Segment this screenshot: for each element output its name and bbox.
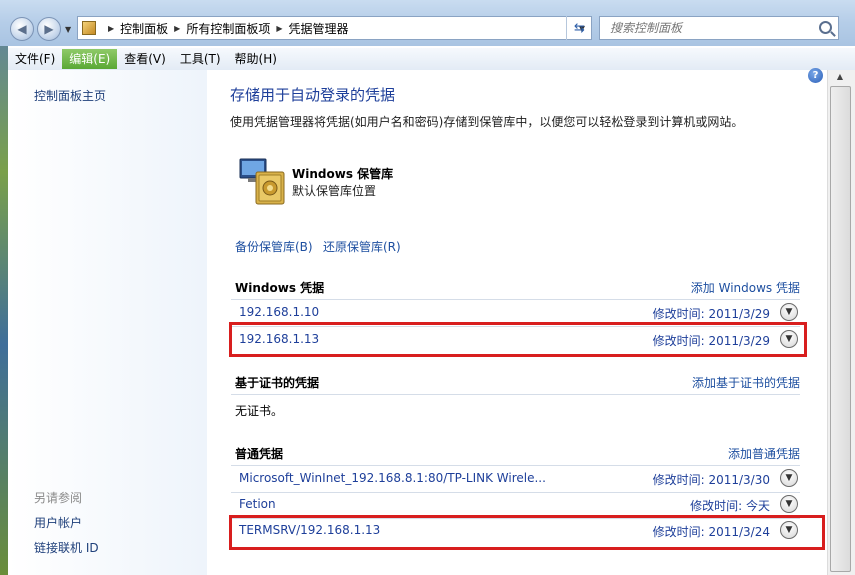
vault-title: Windows 保管库 [292, 167, 394, 181]
add-certificate-credential-link[interactable]: 添加基于证书的凭据 [692, 374, 800, 391]
no-certificates-text: 无证书。 [235, 404, 284, 418]
breadcrumb-item[interactable]: 凭据管理器 [289, 20, 349, 37]
control-panel-home-link[interactable]: 控制面板主页 [34, 87, 106, 104]
backup-vault-link[interactable]: 备份保管库(B) [235, 238, 313, 255]
search-box[interactable] [599, 16, 839, 40]
credential-modified-date: 修改时间: 2011/3/29 [652, 307, 770, 321]
menu-file[interactable]: 文件(F) [8, 49, 62, 69]
breadcrumb: ▶ 控制面板 ▶ 所有控制面板项 ▶ 凭据管理器 [102, 20, 349, 37]
credential-name[interactable]: Microsoft_WinInet_192.168.8.1:80/TP-LINK… [239, 471, 546, 485]
certificate-credentials-heading: 基于证书的凭据 [235, 376, 320, 390]
refresh-button[interactable]: ⇆ [566, 16, 592, 40]
add-generic-credential-link[interactable]: 添加普通凭据 [728, 445, 800, 462]
windows-credentials-heading: Windows 凭据 [235, 281, 325, 295]
back-button[interactable]: ◀ [10, 17, 34, 41]
vertical-scrollbar[interactable]: ▲ [827, 70, 855, 575]
credential-name[interactable]: Fetion [239, 497, 276, 511]
recent-pages-chevron-icon[interactable]: ▼ [65, 25, 71, 34]
search-input[interactable] [608, 20, 812, 36]
expand-chevron-icon[interactable]: ▼ [780, 303, 798, 321]
back-arrow-icon: ◀ [17, 22, 27, 36]
breadcrumb-item[interactable]: 控制面板 [120, 20, 168, 37]
see-also-heading: 另请参阅 [34, 491, 83, 505]
menu-tools[interactable]: 工具(T) [173, 49, 228, 69]
scroll-up-icon[interactable]: ▲ [830, 72, 850, 86]
breadcrumb-separator-icon: ▶ [276, 23, 283, 33]
help-icon[interactable]: ? [808, 68, 823, 83]
restore-vault-link[interactable]: 还原保管库(R) [323, 238, 401, 255]
breadcrumb-separator-icon: ▶ [174, 23, 181, 33]
page-description: 使用凭据管理器将凭据(如用户名和密码)存储到保管库中，以便您可以轻松登录到计算机… [230, 115, 744, 129]
expand-chevron-icon[interactable]: ▼ [780, 469, 798, 487]
menu-help[interactable]: 帮助(H) [228, 49, 284, 69]
highlight-box [229, 515, 825, 550]
breadcrumb-separator-icon: ▶ [108, 23, 115, 33]
forward-button[interactable]: ▶ [37, 17, 61, 41]
sidebar: 控制面板主页 另请参阅 用户帐户 链接联机 ID [8, 70, 208, 575]
control-panel-icon [82, 21, 96, 35]
user-accounts-link[interactable]: 用户帐户 [34, 514, 82, 531]
vault-subtitle: 默认保管库位置 [292, 184, 377, 198]
search-icon[interactable] [819, 21, 832, 34]
credential-modified-date: 修改时间: 今天 [690, 499, 770, 513]
add-windows-credential-link[interactable]: 添加 Windows 凭据 [691, 279, 800, 296]
refresh-icon: ⇆ [574, 20, 585, 36]
credential-name[interactable]: 192.168.1.10 [239, 305, 319, 319]
credential-row[interactable]: Microsoft_WinInet_192.168.8.1:80/TP-LINK… [231, 466, 800, 492]
menu-view[interactable]: 查看(V) [117, 49, 173, 69]
breadcrumb-item[interactable]: 所有控制面板项 [186, 20, 270, 37]
section-divider [231, 394, 800, 395]
credential-modified-date: 修改时间: 2011/3/30 [652, 473, 770, 487]
link-online-id-link[interactable]: 链接联机 ID [34, 539, 99, 556]
menu-bar: 文件(F) 编辑(E) 查看(V) 工具(T) 帮助(H) [8, 48, 855, 71]
menu-edit[interactable]: 编辑(E) [62, 49, 118, 69]
address-bar[interactable]: ▶ 控制面板 ▶ 所有控制面板项 ▶ 凭据管理器 ▼ [77, 16, 592, 40]
page-title: 存储用于自动登录的凭据 [230, 86, 396, 104]
generic-credentials-heading: 普通凭据 [235, 447, 284, 461]
title-bar: ◀ ▶ ▼ ▶ 控制面板 ▶ 所有控制面板项 ▶ 凭据管理器 ▼ ⇆ [0, 0, 855, 46]
expand-chevron-icon[interactable]: ▼ [780, 495, 798, 513]
scroll-thumb[interactable] [830, 86, 851, 572]
vault-icon [239, 158, 285, 205]
desktop-edge [0, 0, 8, 575]
forward-arrow-icon: ▶ [44, 22, 54, 36]
highlight-box [229, 322, 807, 357]
